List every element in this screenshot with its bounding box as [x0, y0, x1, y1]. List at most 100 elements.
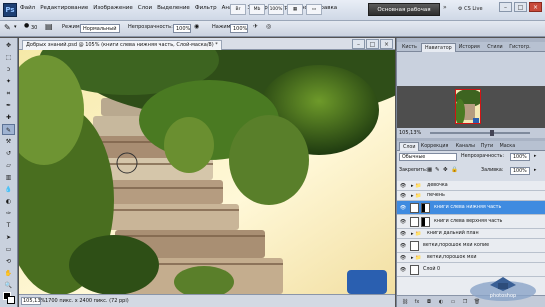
- navigator-panel-tab-0[interactable]: Кисть: [399, 43, 420, 52]
- eraser-tool-icon[interactable]: ▱: [2, 160, 15, 171]
- layer-row[interactable]: 👁 ▸ 📁 книги дальний план: [397, 229, 545, 239]
- doc-minimize-icon[interactable]: –: [352, 39, 365, 49]
- layer-row[interactable]: 👁 ▸ 📁 печень: [397, 191, 545, 201]
- brush-panel-icon[interactable]: ▤: [45, 22, 53, 31]
- layer-row[interactable]: 👁 ▸ 📁 девочка: [397, 181, 545, 191]
- pen-tool-icon[interactable]: ✑: [2, 208, 15, 219]
- navigator-panel-tab-1[interactable]: Навигатор: [421, 43, 456, 52]
- lock-all-icon[interactable]: 🔒: [451, 167, 458, 173]
- workspace-switcher[interactable]: Основная рабочая среда: [368, 3, 440, 26]
- document-tab[interactable]: Добрых знаний.psd @ 105% (книги слева ни…: [22, 40, 222, 50]
- link-layers-icon[interactable]: ⛓: [401, 298, 409, 306]
- doc-close-icon[interactable]: ×: [380, 39, 393, 49]
- navigator-preview[interactable]: [397, 86, 545, 128]
- layer-thumbnail[interactable]: [410, 217, 419, 227]
- folder-icon[interactable]: ▸ 📁: [411, 231, 421, 237]
- lock-pixels-icon[interactable]: ✎: [435, 167, 440, 173]
- maximize-icon[interactable]: □: [514, 2, 527, 12]
- layer-opacity-input[interactable]: 100%: [510, 153, 530, 161]
- menu-item-5[interactable]: Фильтр: [195, 5, 217, 11]
- blur-tool-icon[interactable]: 💧: [2, 184, 15, 195]
- navigator-zoom-value[interactable]: 105,13%: [399, 130, 421, 136]
- document-info[interactable]: 1700 пикс. x 2400 пикс. (72 ppi): [45, 298, 129, 304]
- layer-row[interactable]: 👁 книги слева верхняя часть: [397, 215, 545, 229]
- fill-input[interactable]: 100%: [510, 167, 530, 175]
- workspace-more-icon[interactable]: »: [443, 4, 447, 11]
- 3d-rotate-tool-icon[interactable]: ⟲: [2, 256, 15, 267]
- navigator-thumbnail[interactable]: [455, 89, 481, 124]
- marquee-tool-icon[interactable]: ⬚: [2, 52, 15, 63]
- folder-icon[interactable]: ▸ 📁: [411, 183, 421, 189]
- shape-tool-icon[interactable]: ▭: [2, 244, 15, 255]
- layer-row[interactable]: 👁 ветки,порошок мхи копие: [397, 239, 545, 253]
- zoom-tool-icon[interactable]: 🔍: [2, 280, 15, 291]
- visibility-eye-icon[interactable]: 👁: [399, 182, 407, 190]
- zoom-field[interactable]: 105,13%: [21, 297, 45, 305]
- visibility-eye-icon[interactable]: 👁: [399, 230, 407, 238]
- crop-tool-icon[interactable]: ⌗: [2, 88, 15, 99]
- visibility-eye-icon[interactable]: 👁: [399, 192, 407, 200]
- brush-preset-dropdown[interactable]: ▾: [14, 24, 17, 30]
- brush-tool-icon[interactable]: ✎: [2, 124, 15, 135]
- clone-stamp-tool-icon[interactable]: ⚒: [2, 136, 15, 147]
- navigator-panel-tab-4[interactable]: Гистогр.: [506, 43, 534, 52]
- lock-position-icon[interactable]: ✥: [443, 167, 448, 173]
- layer-thumbnail[interactable]: [410, 265, 419, 275]
- size-pressure-icon[interactable]: ◎: [266, 23, 271, 30]
- menu-item-3[interactable]: Слои: [138, 5, 152, 11]
- layer-mask-thumbnail[interactable]: [421, 203, 430, 213]
- layers-panel-tab-2[interactable]: Каналы: [453, 142, 478, 151]
- layer-style-icon[interactable]: fx: [413, 298, 421, 306]
- blend-mode-select[interactable]: Обычные: [399, 153, 457, 161]
- brush-tip-icon[interactable]: ●: [24, 22, 29, 29]
- layers-panel-tab-3[interactable]: Пути: [478, 142, 496, 151]
- dodge-tool-icon[interactable]: ◐: [2, 196, 15, 207]
- menu-item-0[interactable]: Файл: [20, 5, 35, 11]
- visibility-eye-icon[interactable]: 👁: [399, 204, 407, 212]
- mode-select[interactable]: Нормальный: [80, 24, 120, 33]
- new-group-icon[interactable]: ▭: [449, 298, 457, 306]
- hand-tool-icon[interactable]: ✋: [2, 268, 15, 279]
- menu-item-2[interactable]: Изображение: [93, 5, 133, 11]
- adjustment-layer-icon[interactable]: ◐: [437, 298, 445, 306]
- healing-brush-tool-icon[interactable]: ✚: [2, 112, 15, 123]
- background-color-swatch[interactable]: [7, 296, 15, 304]
- eyedropper-tool-icon[interactable]: ✒: [2, 100, 15, 111]
- opacity-input[interactable]: 100%: [173, 24, 191, 33]
- visibility-eye-icon[interactable]: 👁: [399, 266, 407, 274]
- flow-input[interactable]: 100%: [230, 24, 248, 33]
- layer-row[interactable]: 👁 ▸ 📁 ветки,порошок мхи: [397, 253, 545, 263]
- visibility-eye-icon[interactable]: 👁: [399, 218, 407, 226]
- type-tool-icon[interactable]: T: [2, 220, 15, 231]
- menu-item-1[interactable]: Редактирование: [40, 5, 88, 11]
- layer-row[interactable]: 👁 книги слева нижняя часть: [397, 201, 545, 215]
- document-canvas[interactable]: [19, 50, 395, 294]
- lock-transparent-icon[interactable]: ▦: [427, 167, 432, 173]
- layers-panel-tab-1[interactable]: Коррекция: [418, 142, 452, 151]
- add-mask-icon[interactable]: ◘: [425, 298, 433, 306]
- folder-icon[interactable]: ▸ 📁: [411, 193, 421, 199]
- move-tool-icon[interactable]: ✥: [2, 40, 15, 51]
- screen-mode-button[interactable]: ▭: [306, 4, 322, 15]
- opacity-pressure-icon[interactable]: ◉: [194, 23, 199, 30]
- minibridge-button[interactable]: Mb: [249, 4, 265, 15]
- arrange-documents-button[interactable]: ▦: [287, 4, 303, 15]
- bridge-button[interactable]: Br: [230, 4, 246, 15]
- folder-icon[interactable]: ▸ 📁: [411, 255, 421, 261]
- doc-maximize-icon[interactable]: □: [366, 39, 379, 49]
- path-select-tool-icon[interactable]: ➤: [2, 232, 15, 243]
- navigator-panel-tab-3[interactable]: Стили: [484, 43, 505, 52]
- navigator-zoom-knob[interactable]: [490, 130, 494, 136]
- quick-select-tool-icon[interactable]: ✦: [2, 76, 15, 87]
- layer-thumbnail[interactable]: [410, 203, 419, 213]
- fill-arrow-icon[interactable]: ▸: [534, 168, 536, 173]
- menu-item-4[interactable]: Выделение: [157, 5, 190, 11]
- history-brush-tool-icon[interactable]: ↺: [2, 148, 15, 159]
- layer-opacity-arrow-icon[interactable]: ▸: [534, 154, 536, 159]
- airbrush-icon[interactable]: ✈: [253, 23, 258, 30]
- lasso-tool-icon[interactable]: ↄ: [2, 64, 15, 75]
- navigator-zoom-slider[interactable]: [430, 130, 530, 136]
- layers-panel-tab-0[interactable]: Слои: [399, 142, 420, 151]
- layer-thumbnail[interactable]: [410, 241, 419, 251]
- close-icon[interactable]: ×: [529, 2, 542, 12]
